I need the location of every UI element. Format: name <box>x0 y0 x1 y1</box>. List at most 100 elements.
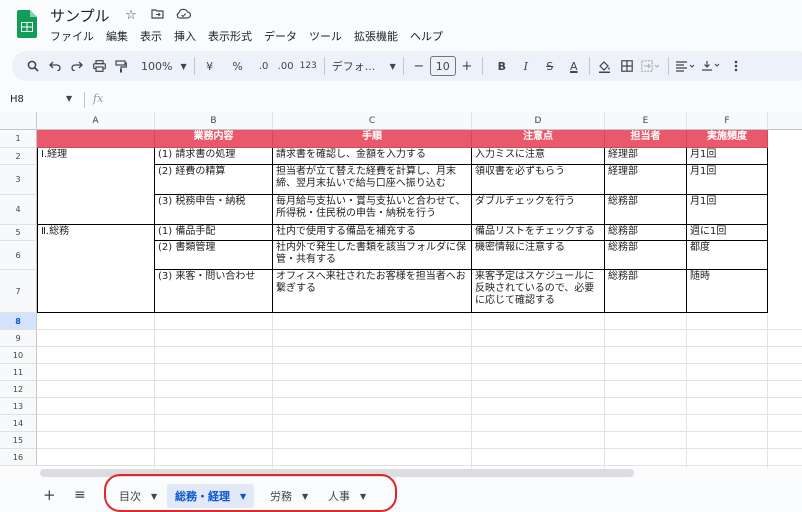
table-cell[interactable]: 社内で使用する備品を補充する <box>273 225 472 241</box>
table-cell[interactable]: 月1回 <box>687 165 768 195</box>
table-cell[interactable]: 備品リストをチェックする <box>472 225 605 241</box>
font-select[interactable]: デフォ... ▼ <box>329 54 399 78</box>
table-cell[interactable]: 経理部 <box>605 165 687 195</box>
table-cell[interactable]: 月1回 <box>687 195 768 225</box>
column-header-g[interactable] <box>768 112 802 130</box>
document-title[interactable]: サンプル <box>50 5 110 26</box>
move-icon[interactable] <box>148 8 166 23</box>
table-cell[interactable]: 来客予定はスケジュールに反映されているので、必要に応じて確認する <box>472 270 605 313</box>
table-cell[interactable]: (3) 来客・問い合わせ <box>155 270 273 313</box>
vertical-align-icon[interactable] <box>699 54 725 78</box>
table-cell[interactable]: 総務部 <box>605 241 687 270</box>
table-cell[interactable]: 総務部 <box>605 225 687 241</box>
undo-icon[interactable] <box>44 54 66 78</box>
menu-extensions[interactable]: 拡張機能 <box>354 28 398 44</box>
table-cell[interactable]: 総務部 <box>605 270 687 313</box>
text-color-button[interactable]: A <box>563 54 585 78</box>
table-cell[interactable]: (1) 備品手配 <box>155 225 273 241</box>
table-cell[interactable]: (3) 税務申告・納税 <box>155 195 273 225</box>
all-sheets-button[interactable]: ≡ <box>74 487 86 503</box>
header-cell-procedure[interactable]: 手順 <box>273 130 472 148</box>
menu-tools[interactable]: ツール <box>309 28 342 44</box>
percent-button[interactable]: % <box>227 54 249 78</box>
table-cell[interactable]: 入力ミスに注意 <box>472 148 605 165</box>
print-icon[interactable] <box>88 54 110 78</box>
search-icon[interactable] <box>22 54 44 78</box>
align-icon[interactable] <box>673 54 699 78</box>
column-header-e[interactable]: E <box>605 112 687 130</box>
column-header-a[interactable]: A <box>37 112 155 130</box>
menu-edit[interactable]: 編集 <box>106 28 128 44</box>
decrease-decimal-button[interactable]: .0 <box>253 54 275 78</box>
zoom-select[interactable]: 100% ▼ <box>138 54 190 78</box>
row-header[interactable]: 3 <box>0 165 37 195</box>
currency-button[interactable]: ¥ <box>199 54 221 78</box>
table-cell[interactable]: 毎月給与支払い・賞与支払いと合わせて、所得税・住民税の申告・納税を行う <box>273 195 472 225</box>
row-header[interactable]: 14 <box>0 415 37 432</box>
column-header-b[interactable]: B <box>155 112 273 130</box>
header-cell-a[interactable] <box>37 130 155 148</box>
row-header[interactable]: 10 <box>0 347 37 364</box>
table-cell[interactable]: (2) 経費の精算 <box>155 165 273 195</box>
table-cell[interactable]: 都度 <box>687 241 768 270</box>
row-header-selected[interactable]: 8 <box>0 313 37 330</box>
font-size-decrease-button[interactable]: − <box>408 54 430 78</box>
header-cell-frequency[interactable]: 実施頻度 <box>687 130 768 148</box>
header-cell-task[interactable]: 業務内容 <box>155 130 273 148</box>
italic-button[interactable]: I <box>515 54 537 78</box>
row-header[interactable]: 6 <box>0 241 37 270</box>
star-icon[interactable]: ☆ <box>122 8 140 23</box>
bold-button[interactable]: B <box>491 54 513 78</box>
table-cell[interactable]: ダブルチェックを行う <box>472 195 605 225</box>
menu-view[interactable]: 表示 <box>140 28 162 44</box>
cloud-status-icon[interactable] <box>174 8 192 23</box>
row-header[interactable]: 9 <box>0 330 37 347</box>
table-cell[interactable]: 領収書を必ずもらう <box>472 165 605 195</box>
row-header[interactable]: 1 <box>0 130 37 148</box>
row-header[interactable]: 13 <box>0 398 37 415</box>
category-cell[interactable]: Ⅰ.経理 <box>37 148 155 225</box>
row-header[interactable]: 7 <box>0 270 37 313</box>
sheets-logo-icon[interactable] <box>17 10 37 38</box>
row-header[interactable]: 5 <box>0 225 37 241</box>
table-cell[interactable]: 請求書を確認し、金額を入力する <box>273 148 472 165</box>
select-all-corner[interactable] <box>0 112 37 130</box>
menu-insert[interactable]: 挿入 <box>174 28 196 44</box>
row-header[interactable]: 16 <box>0 449 37 466</box>
table-cell[interactable]: 経理部 <box>605 148 687 165</box>
increase-decimal-button[interactable]: .00 <box>275 54 297 78</box>
row-header[interactable]: 12 <box>0 381 37 398</box>
fill-color-icon[interactable] <box>594 54 616 78</box>
menu-data[interactable]: データ <box>264 28 297 44</box>
font-size-increase-button[interactable]: + <box>456 54 478 78</box>
row-header[interactable]: 15 <box>0 432 37 449</box>
strikethrough-button[interactable]: S <box>539 54 561 78</box>
menu-help[interactable]: ヘルプ <box>410 28 443 44</box>
row-header[interactable]: 2 <box>0 148 37 165</box>
table-cell[interactable]: オフィスへ来社されたお客様を担当者へお繋ぎする <box>273 270 472 313</box>
table-cell[interactable]: 月1回 <box>687 148 768 165</box>
table-cell[interactable]: 週に1回 <box>687 225 768 241</box>
empty-grid-area[interactable] <box>37 313 802 468</box>
paint-format-icon[interactable] <box>110 54 132 78</box>
borders-icon[interactable] <box>616 54 638 78</box>
more-options-icon[interactable] <box>725 54 747 78</box>
column-header-d[interactable]: D <box>472 112 605 130</box>
table-cell[interactable]: 担当者が立て替えた経費を計算し、月末締、翌月末払いで給与口座へ振り込む <box>273 165 472 195</box>
header-cell-notes[interactable]: 注意点 <box>472 130 605 148</box>
table-cell[interactable]: (2) 書類管理 <box>155 241 273 270</box>
menu-file[interactable]: ファイル <box>50 28 94 44</box>
category-cell[interactable]: Ⅱ.総務 <box>37 225 155 313</box>
column-header-f[interactable]: F <box>687 112 768 130</box>
chevron-down-icon[interactable]: ▼ <box>66 94 72 103</box>
table-cell[interactable]: (1) 請求書の処理 <box>155 148 273 165</box>
row-header[interactable]: 4 <box>0 195 37 225</box>
table-cell[interactable]: 総務部 <box>605 195 687 225</box>
redo-icon[interactable] <box>66 54 88 78</box>
header-cell-owner[interactable]: 担当者 <box>605 130 687 148</box>
add-sheet-button[interactable]: + <box>43 486 56 504</box>
name-box[interactable]: H8 <box>10 94 24 105</box>
table-cell[interactable]: 随時 <box>687 270 768 313</box>
table-cell[interactable]: 社内外で発生した書類を該当フォルダに保管・共有する <box>273 241 472 270</box>
more-formats-button[interactable]: 123 <box>297 54 320 78</box>
